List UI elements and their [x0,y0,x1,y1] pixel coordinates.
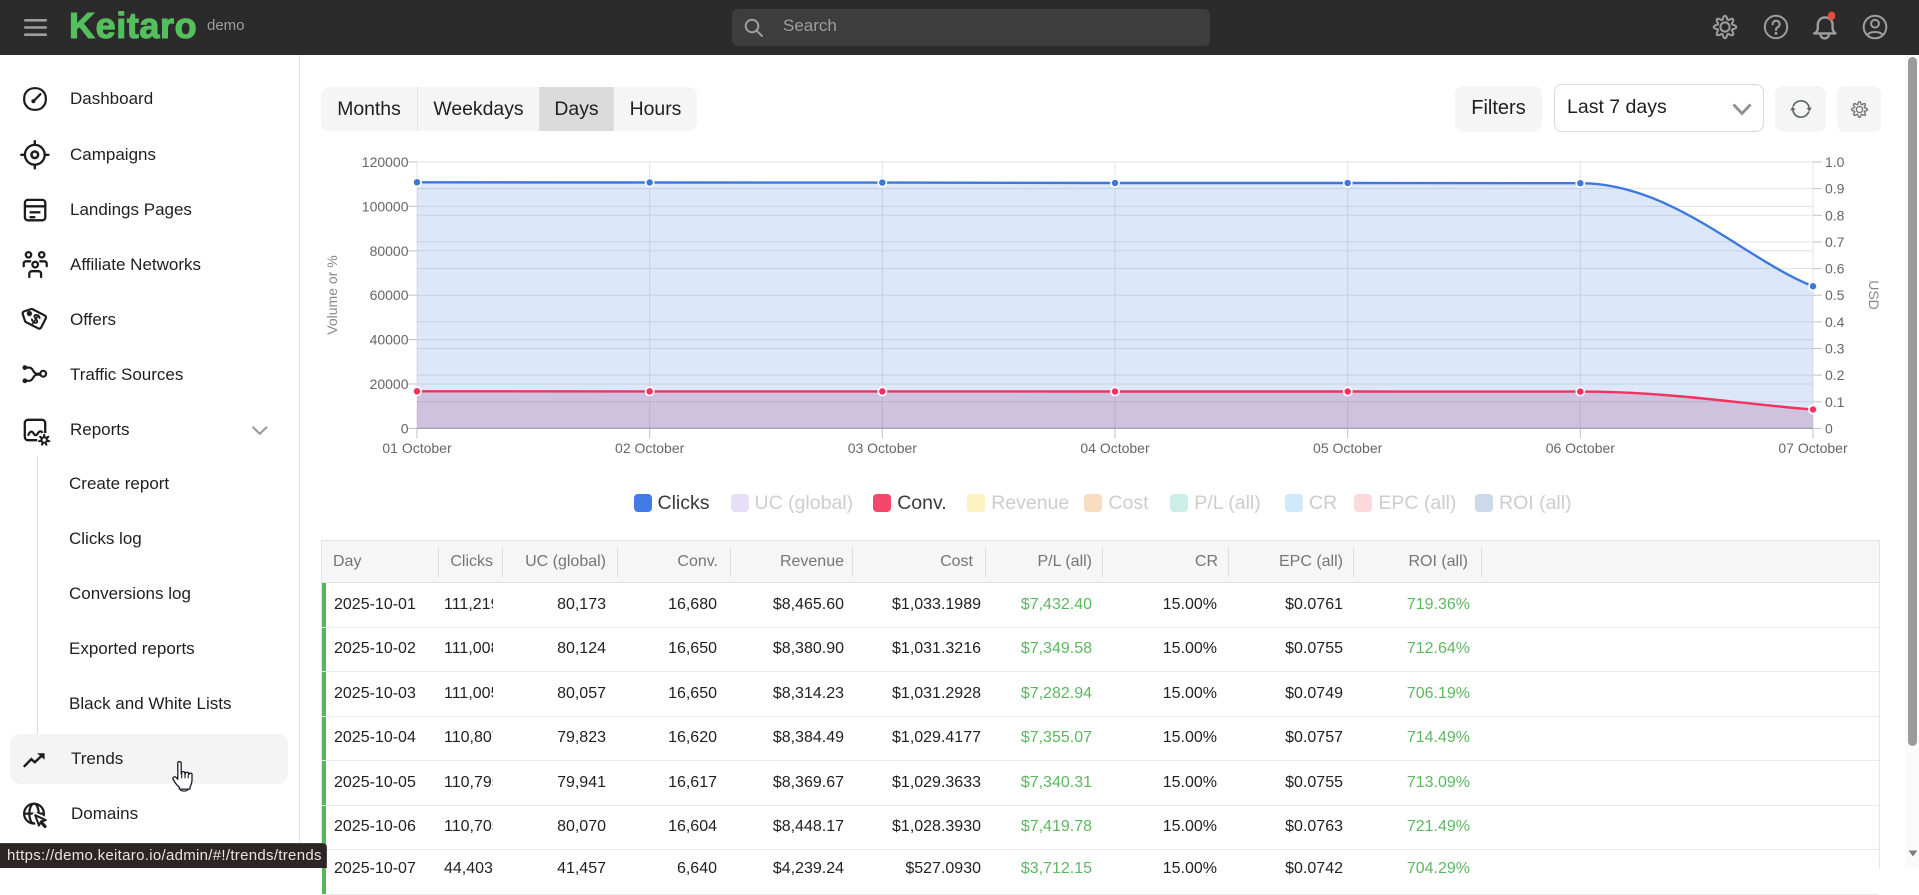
svg-text:80000: 80000 [370,243,409,259]
svg-text:1.0: 1.0 [1825,154,1845,170]
svg-text:0.2: 0.2 [1825,367,1845,383]
svg-text:0: 0 [401,420,409,436]
svg-text:0.5: 0.5 [1825,287,1845,303]
svg-text:07 October: 07 October [1778,440,1848,456]
svg-text:05 October: 05 October [1313,440,1383,456]
svg-text:0.6: 0.6 [1825,261,1845,277]
svg-text:02 October: 02 October [615,440,685,456]
svg-text:01 October: 01 October [382,440,452,456]
svg-text:USD: USD [1866,280,1882,310]
svg-text:20000: 20000 [370,376,409,392]
svg-text:40000: 40000 [370,332,409,348]
svg-text:06 October: 06 October [1546,440,1616,456]
svg-text:0: 0 [1825,420,1833,436]
svg-text:0.4: 0.4 [1825,314,1845,330]
svg-text:03 October: 03 October [848,440,918,456]
svg-text:0.7: 0.7 [1825,234,1845,250]
svg-text:0.8: 0.8 [1825,207,1845,223]
svg-text:Volume or %: Volume or % [324,255,340,334]
svg-text:100000: 100000 [362,198,409,214]
svg-text:60000: 60000 [370,287,409,303]
svg-text:04 October: 04 October [1080,440,1150,456]
svg-text:0.3: 0.3 [1825,340,1845,356]
svg-text:0.1: 0.1 [1825,394,1845,410]
svg-text:0.9: 0.9 [1825,181,1845,197]
svg-text:120000: 120000 [362,154,409,170]
